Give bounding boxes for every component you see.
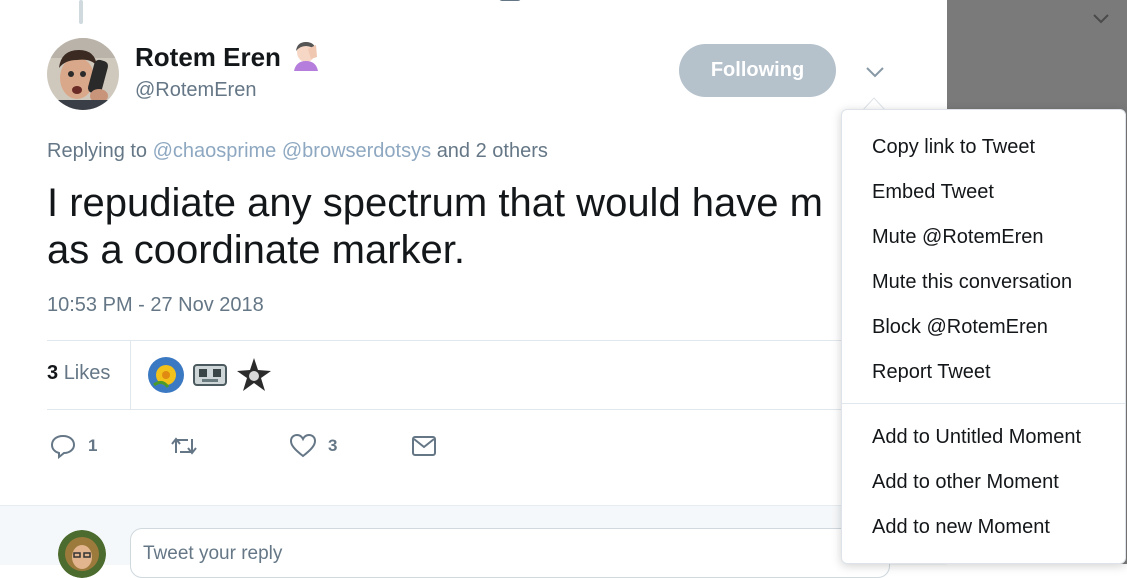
avatar[interactable] xyxy=(47,38,119,110)
likes-label: Likes xyxy=(63,362,111,384)
following-button[interactable]: Following xyxy=(679,44,836,97)
heart-icon xyxy=(290,434,316,458)
replying-to: Replying to @chaosprime @browserdotsys a… xyxy=(47,140,548,163)
like-action[interactable]: 3 xyxy=(290,432,337,460)
divider xyxy=(130,341,131,409)
like-count: 3 xyxy=(328,436,338,455)
direct-message-action[interactable] xyxy=(412,432,436,460)
likes-stat[interactable]: 3 Likes xyxy=(47,362,110,385)
tweet-text: I repudiate any spectrum that would have… xyxy=(47,181,823,272)
envelope-icon-partial xyxy=(499,0,521,1)
previous-tweet-icons xyxy=(140,0,400,2)
retweet-action[interactable] xyxy=(170,432,210,460)
tweet-actions-menu: Copy link to Tweet Embed Tweet Mute @Rot… xyxy=(841,109,1126,564)
menu-item-embed-tweet[interactable]: Embed Tweet xyxy=(872,181,994,204)
chevron-down-icon[interactable] xyxy=(864,64,886,80)
envelope-icon xyxy=(412,436,436,456)
replying-to-prefix: Replying to xyxy=(47,140,148,162)
menu-item-add-untitled-moment[interactable]: Add to Untitled Moment xyxy=(872,426,1081,449)
menu-item-block-user[interactable]: Block @RotemEren xyxy=(872,316,1048,339)
author-name[interactable]: Rotem Eren xyxy=(135,42,281,73)
reply-icon xyxy=(50,434,76,459)
reply-input[interactable]: Tweet your reply xyxy=(130,528,890,578)
menu-item-copy-link[interactable]: Copy link to Tweet xyxy=(872,136,1035,159)
others-link[interactable]: and 2 others xyxy=(437,140,548,162)
menu-item-add-other-moment[interactable]: Add to other Moment xyxy=(872,471,1059,494)
menu-item-report-tweet[interactable]: Report Tweet xyxy=(872,361,991,384)
author-handle[interactable]: @RotemEren xyxy=(135,79,256,102)
tweet-timestamp[interactable]: 10:53 PM - 27 Nov 2018 xyxy=(47,294,264,317)
chevron-down-icon[interactable] xyxy=(1092,10,1110,26)
retweet-icon xyxy=(171,437,197,455)
divider xyxy=(47,340,847,341)
mention-link[interactable]: @browserdotsys xyxy=(282,140,431,162)
liker-avatar[interactable] xyxy=(236,357,272,393)
liker-avatar[interactable] xyxy=(192,357,228,393)
facepalm-emoji-icon xyxy=(294,42,318,71)
menu-item-mute-conversation[interactable]: Mute this conversation xyxy=(872,271,1072,294)
reply-count: 1 xyxy=(88,436,98,455)
reply-action[interactable]: 1 xyxy=(50,432,97,460)
thread-line xyxy=(79,0,83,24)
menu-separator xyxy=(842,403,1125,404)
menu-item-mute-user[interactable]: Mute @RotemEren xyxy=(872,226,1043,249)
mention-link[interactable]: @chaosprime xyxy=(153,140,277,162)
avatar xyxy=(58,530,106,578)
menu-item-add-new-moment[interactable]: Add to new Moment xyxy=(872,516,1050,539)
divider xyxy=(47,409,847,410)
liker-avatar[interactable] xyxy=(148,357,184,393)
likes-count: 3 xyxy=(47,362,59,384)
